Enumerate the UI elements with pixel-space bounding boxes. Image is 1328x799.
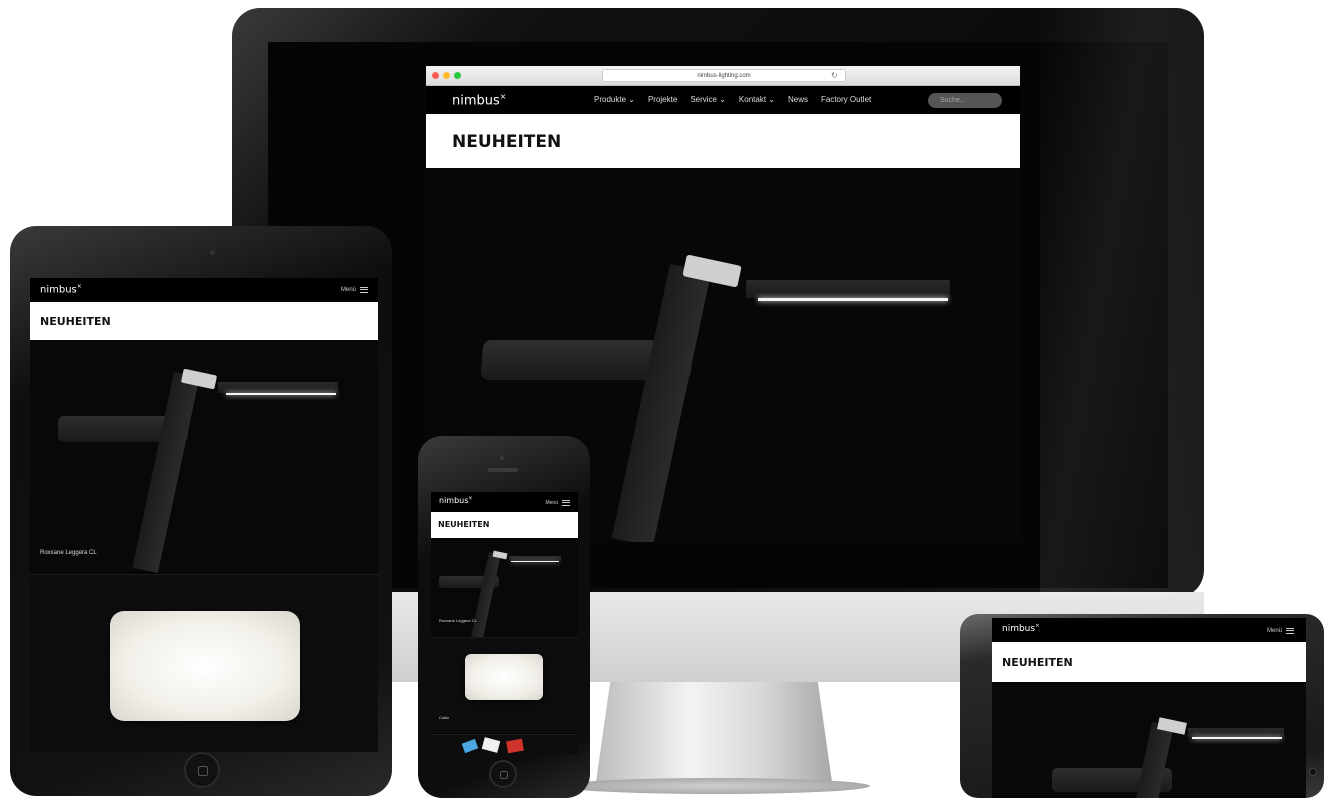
tablet-site-nav: nimbus× Menü [30, 278, 378, 302]
close-dot-icon[interactable] [432, 72, 439, 79]
desktop-site-nav: nimbus× Produkte ⌄ Projekte Service ⌄ Ko… [426, 86, 1020, 114]
desktop-main-menu: Produkte ⌄ Projekte Service ⌄ Kontakt ⌄ … [594, 95, 884, 104]
phone-site-nav: nimbus× Menü [431, 492, 578, 512]
landscape-site-nav: nimbus× Menü [992, 618, 1306, 642]
minimize-dot-icon[interactable] [443, 72, 450, 79]
phone-screen: nimbus× Menü NEUHEITEN Roxxane Leggera C… [431, 492, 578, 754]
lamp-illustration [992, 682, 1306, 798]
browser-titlebar: nimbus-lighting.com ↻ [426, 66, 1020, 86]
product-image-roxxane[interactable] [992, 682, 1306, 798]
nav-item-news[interactable]: News [788, 95, 808, 104]
landscape-page-header: NEUHEITEN [992, 642, 1306, 682]
home-button-icon[interactable] [489, 760, 517, 788]
desktop-page-header: NEUHEITEN [426, 114, 1020, 168]
tablet-screen: nimbus× Menü NEUHEITEN Roxxane Leggera C… [30, 278, 378, 752]
product-image-teaser[interactable] [431, 734, 578, 754]
imac-stand [596, 682, 832, 782]
product-caption[interactable]: Roxxane Leggera CL [439, 618, 477, 623]
menu-button[interactable]: Menü [341, 285, 368, 294]
reload-icon[interactable]: ↻ [831, 69, 838, 82]
page-title: NEUHEITEN [40, 315, 111, 328]
imac-foot [560, 778, 870, 794]
page-title: NEUHEITEN [438, 520, 490, 529]
product-caption[interactable]: Roxxane Leggera CL [40, 550, 97, 556]
nav-item-kontakt[interactable]: Kontakt ⌄ [739, 95, 775, 104]
product-image-cubic[interactable] [431, 637, 578, 733]
camera-icon [210, 250, 215, 255]
phone-page-header: NEUHEITEN [431, 512, 578, 538]
nimbus-logo[interactable]: nimbus× [1002, 623, 1040, 634]
menu-button[interactable]: Menü [1267, 626, 1294, 635]
page-title: NEUHEITEN [1002, 656, 1073, 669]
tablet-page-header: NEUHEITEN [30, 302, 378, 340]
camera-icon [1309, 768, 1317, 776]
landscape-phone-screen: nimbus× Menü NEUHEITEN [992, 618, 1306, 798]
screen-reflection [1040, 8, 1204, 598]
home-button-icon[interactable] [184, 752, 220, 788]
nav-item-projekte[interactable]: Projekte [648, 95, 677, 104]
product-caption[interactable]: Cubic [439, 715, 449, 720]
cubic-lamp-illustration [110, 611, 300, 721]
nimbus-logo[interactable]: nimbus× [439, 496, 472, 505]
address-bar[interactable]: nimbus-lighting.com [602, 69, 846, 82]
search-input[interactable]: Suche... [928, 93, 1002, 108]
lamp-illustration [30, 340, 378, 574]
camera-icon [500, 456, 504, 460]
hamburger-icon [1286, 626, 1294, 635]
product-image-roxxane[interactable] [30, 340, 378, 574]
nimbus-logo[interactable]: nimbus× [40, 283, 82, 295]
cubic-lamp-illustration [465, 654, 543, 700]
nav-item-factory-outlet[interactable]: Factory Outlet [821, 95, 871, 104]
speaker-grille [488, 468, 518, 472]
menu-button[interactable]: Menü [545, 498, 570, 507]
nimbus-logo[interactable]: nimbus× [452, 92, 506, 108]
hamburger-icon [562, 498, 570, 507]
nav-item-service[interactable]: Service ⌄ [690, 95, 726, 104]
zoom-dot-icon[interactable] [454, 72, 461, 79]
hamburger-icon [360, 285, 368, 294]
product-image-cubic[interactable] [30, 574, 378, 752]
page-title: NEUHEITEN [452, 132, 562, 152]
nav-item-produkte[interactable]: Produkte ⌄ [594, 95, 635, 104]
